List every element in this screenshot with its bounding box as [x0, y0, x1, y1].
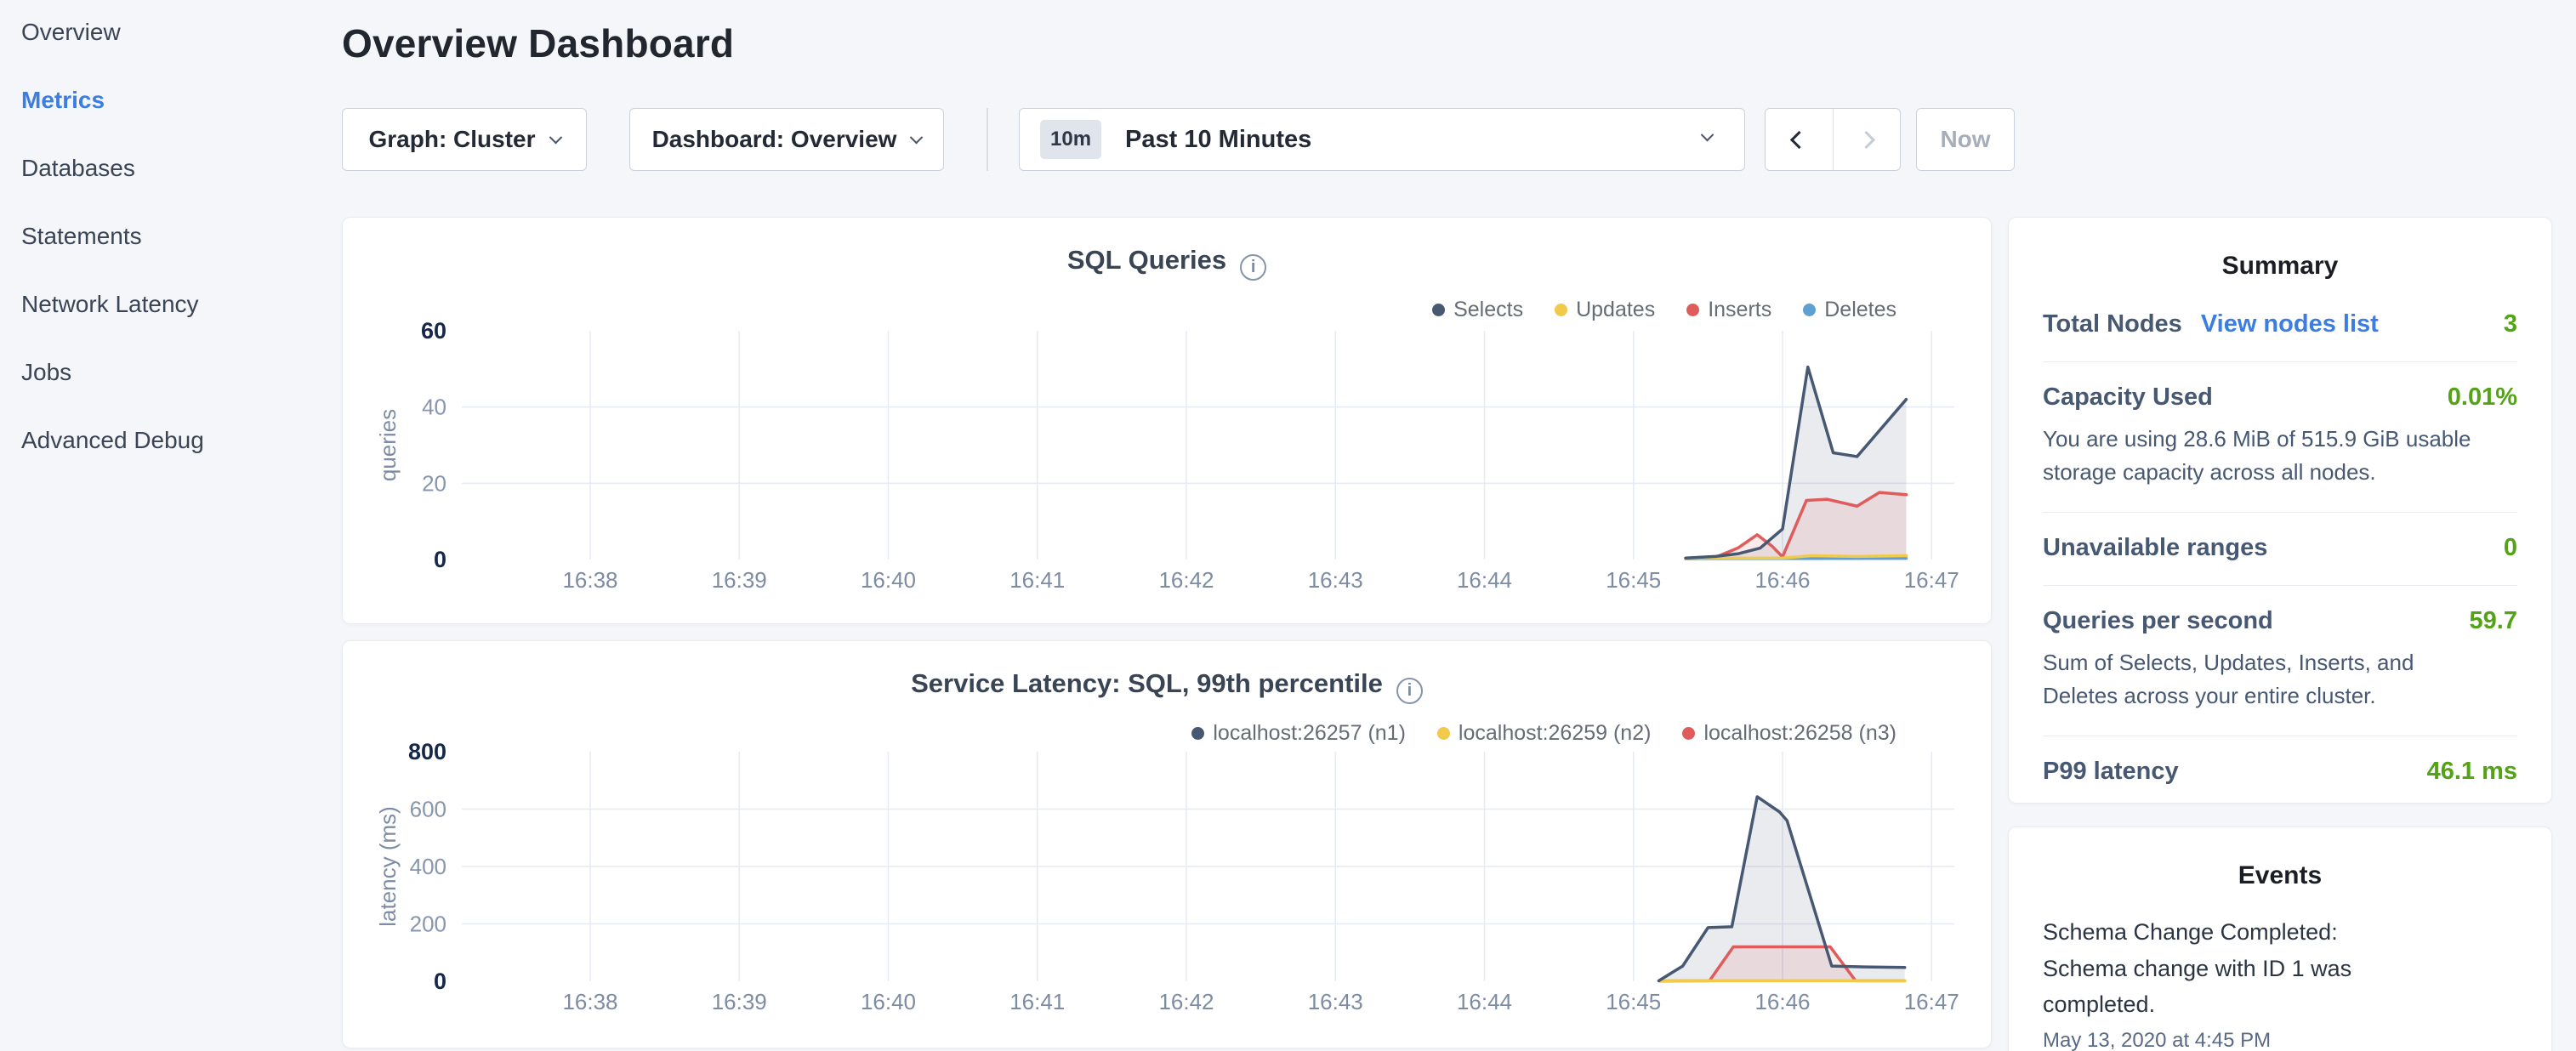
- svg-text:0: 0: [434, 547, 446, 572]
- summary-row-label: Unavailable ranges: [2043, 534, 2267, 562]
- svg-text:40: 40: [422, 395, 446, 420]
- svg-text:16:38: 16:38: [562, 989, 617, 1014]
- service-latency-chart-card: Service Latency: SQL, 99th percentile lo…: [342, 640, 1992, 1048]
- dashboard-selector-label: Dashboard: Overview: [652, 126, 897, 153]
- summary-row-label: Total Nodes: [2043, 310, 2182, 338]
- summary-row-p99-latency: P99 latency 46.1 ms: [2043, 736, 2517, 809]
- summary-row-description: You are using 28.6 MiB of 515.9 GiB usab…: [2043, 423, 2483, 489]
- chevron-left-icon: [1790, 130, 1808, 148]
- svg-text:20: 20: [422, 470, 446, 496]
- events-title: Events: [2043, 861, 2517, 890]
- graph-selector-label: Graph: Cluster: [368, 126, 535, 153]
- chevron-down-icon: [1701, 128, 1714, 142]
- summary-row-value: 59.7: [2470, 607, 2517, 635]
- svg-text:0: 0: [434, 969, 446, 994]
- svg-text:400: 400: [410, 854, 446, 879]
- summary-row-label: Capacity Used: [2043, 383, 2213, 412]
- sql-queries-chart-card: SQL Queries Selects Updates Inserts Dele…: [342, 217, 1992, 624]
- summary-row-value: 3: [2504, 310, 2517, 338]
- dashboard-selector-dropdown[interactable]: Dashboard: Overview: [629, 108, 944, 171]
- time-step-buttons: [1765, 108, 1901, 171]
- svg-text:latency (ms): latency (ms): [375, 806, 401, 927]
- svg-text:16:47: 16:47: [1904, 567, 1959, 593]
- svg-text:16:42: 16:42: [1158, 567, 1214, 593]
- svg-text:200: 200: [410, 912, 446, 937]
- svg-text:16:44: 16:44: [1457, 567, 1512, 593]
- summary-row-total-nodes: Total Nodes View nodes list 3: [2043, 289, 2517, 361]
- svg-text:16:39: 16:39: [712, 989, 767, 1014]
- sidebar-item-databases[interactable]: Databases: [21, 156, 340, 181]
- svg-text:16:41: 16:41: [1009, 567, 1065, 593]
- sql-queries-plot[interactable]: 16:38 16:39 16:40 16:41 16:42 16:43 16:44 16:45…: [343, 218, 1993, 625]
- svg-text:16:38: 16:38: [562, 567, 617, 593]
- svg-text:800: 800: [408, 739, 446, 764]
- summary-row-capacity-used: Capacity Used 0.01% You are using 28.6 M…: [2043, 361, 2517, 512]
- sidebar-item-statements[interactable]: Statements: [21, 224, 340, 249]
- svg-text:16:43: 16:43: [1308, 989, 1363, 1014]
- svg-text:16:46: 16:46: [1754, 989, 1810, 1014]
- page-title: Overview Dashboard: [342, 20, 734, 66]
- summary-title: Summary: [2043, 252, 2517, 281]
- event-timestamp: May 13, 2020 at 4:45 PM: [2043, 1029, 2517, 1051]
- svg-text:16:45: 16:45: [1606, 567, 1661, 593]
- sidebar-item-jobs[interactable]: Jobs: [21, 360, 340, 385]
- svg-text:16:46: 16:46: [1754, 567, 1810, 593]
- sidebar-item-overview[interactable]: Overview: [21, 20, 340, 45]
- svg-text:16:39: 16:39: [712, 567, 767, 593]
- time-range-label: Past 10 Minutes: [1125, 126, 1311, 154]
- event-message: Schema Change Completed: Schema change w…: [2043, 914, 2427, 1023]
- controls-divider: [987, 108, 988, 171]
- event-list-item: Schema Change Completed: Schema change w…: [2043, 914, 2517, 1051]
- summary-row-label: P99 latency: [2043, 758, 2179, 786]
- svg-text:16:43: 16:43: [1308, 567, 1363, 593]
- svg-text:600: 600: [410, 797, 446, 822]
- sidebar-item-advanced-debug[interactable]: Advanced Debug: [21, 428, 340, 453]
- sidebar-item-network-latency[interactable]: Network Latency: [21, 292, 340, 317]
- summary-panel: Summary Total Nodes View nodes list 3 Ca…: [2008, 217, 2552, 804]
- svg-text:16:45: 16:45: [1606, 989, 1661, 1014]
- service-latency-plot[interactable]: 16:38 16:39 16:40 16:41 16:42 16:43 16:44 16:45…: [343, 641, 1993, 1049]
- svg-text:60: 60: [421, 318, 446, 344]
- view-nodes-list-link[interactable]: View nodes list: [2201, 310, 2379, 338]
- summary-row-value: 46.1 ms: [2427, 758, 2517, 786]
- controls-bar: Graph: Cluster Dashboard: Overview 10m P…: [342, 108, 2015, 171]
- summary-row-unavailable-ranges: Unavailable ranges 0: [2043, 512, 2517, 585]
- previous-timespan-button[interactable]: [1766, 109, 1833, 170]
- next-timespan-button[interactable]: [1833, 109, 1901, 170]
- svg-text:16:41: 16:41: [1009, 989, 1065, 1014]
- summary-row-label: Queries per second: [2043, 607, 2273, 635]
- chevron-down-icon: [910, 130, 924, 144]
- events-panel: Events Schema Change Completed: Schema c…: [2008, 827, 2552, 1051]
- svg-text:16:40: 16:40: [861, 567, 916, 593]
- time-range-badge: 10m: [1040, 120, 1101, 159]
- overview-dashboard-page: Overview Metrics Databases Statements Ne…: [0, 0, 2576, 1051]
- svg-text:16:42: 16:42: [1158, 989, 1214, 1014]
- sidebar: Overview Metrics Databases Statements Ne…: [0, 0, 340, 1051]
- now-button[interactable]: Now: [1916, 108, 2015, 171]
- svg-text:16:40: 16:40: [861, 989, 916, 1014]
- summary-row-description: Sum of Selects, Updates, Inserts, and De…: [2043, 646, 2483, 713]
- svg-text:queries: queries: [375, 409, 401, 481]
- chevron-right-icon: [1857, 130, 1875, 148]
- graph-selector-dropdown[interactable]: Graph: Cluster: [342, 108, 587, 171]
- summary-row-value: 0.01%: [2448, 383, 2517, 412]
- time-range-selector[interactable]: 10m Past 10 Minutes: [1019, 108, 1745, 171]
- summary-row-queries-per-second: Queries per second 59.7 Sum of Selects, …: [2043, 585, 2517, 736]
- svg-text:16:47: 16:47: [1904, 989, 1959, 1014]
- sidebar-item-metrics[interactable]: Metrics: [21, 88, 340, 113]
- svg-text:16:44: 16:44: [1457, 989, 1512, 1014]
- summary-row-value: 0: [2504, 534, 2517, 562]
- chevron-down-icon: [549, 130, 562, 144]
